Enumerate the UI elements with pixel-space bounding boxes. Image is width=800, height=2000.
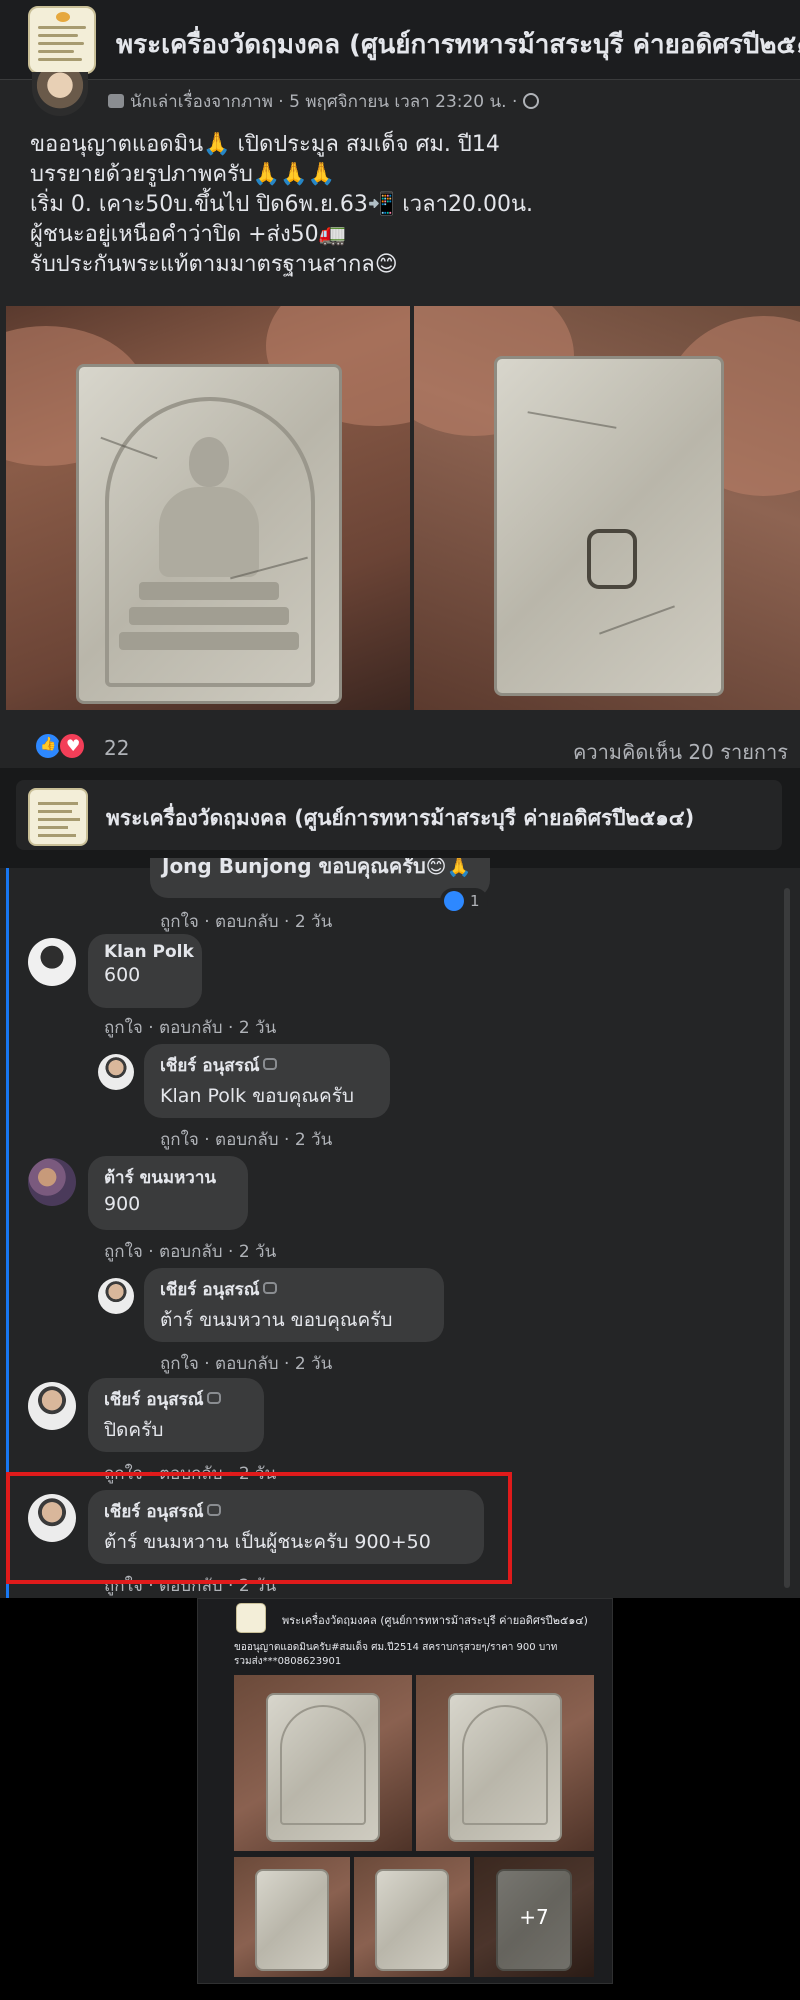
love-icon[interactable] bbox=[58, 732, 86, 760]
author-avatar[interactable] bbox=[32, 72, 88, 116]
group-name[interactable]: พระเครื่องวัดฤมงคล (ศูนย์การทหารม้าสระบุ… bbox=[116, 24, 800, 65]
author-meta: นักเล่าเรื่องจากภาพ · 5 พฤศจิกายน เวลา 2… bbox=[108, 88, 540, 115]
chat-icon bbox=[108, 94, 124, 108]
group-logo bbox=[236, 1603, 266, 1633]
avatar[interactable] bbox=[98, 1278, 134, 1314]
amulet-front bbox=[76, 364, 342, 704]
shared-post-thumbnail[interactable]: พระเครื่องวัดฤมงคล (ศูนย์การทหารม้าสระบุ… bbox=[197, 1598, 613, 1984]
winner-highlight-box bbox=[6, 1472, 512, 1584]
shared-photo[interactable] bbox=[234, 1857, 350, 1977]
comment-author[interactable]: เชียร์ อนุสรณ์ bbox=[160, 1276, 428, 1303]
comment-author[interactable]: ต้าร์ ขนมหวาน bbox=[104, 1164, 232, 1191]
avatar[interactable] bbox=[98, 1054, 134, 1090]
group-name: พระเครื่องวัดฤมงคล (ศูนย์การทหารม้าสระบุ… bbox=[282, 1614, 588, 1627]
comments-list: Jong Bunjong ขอบคุณครับ😊🙏 1 ถูกใจ · ตอบก… bbox=[0, 858, 800, 1598]
avatar[interactable] bbox=[28, 1382, 76, 1430]
avatar[interactable] bbox=[28, 1158, 76, 1206]
reaction-bar: 22 ความคิดเห็น 20 รายการ bbox=[30, 730, 790, 764]
like-icon bbox=[444, 891, 464, 911]
comment-text: ปิดครับ bbox=[104, 1419, 164, 1441]
post-text-line: ผู้ชนะอยู่เหนือคำว่าปิด +ส่ง50🚛 bbox=[30, 222, 347, 247]
comment-actions[interactable]: ถูกใจ · ตอบกลับ · 2 วัน bbox=[160, 1126, 332, 1153]
group-logo[interactable] bbox=[28, 788, 88, 846]
author-row: นักเล่าเรื่องจากภาพ · 5 พฤศจิกายน เวลา 2… bbox=[0, 72, 800, 120]
globe-icon bbox=[523, 93, 540, 109]
amulet-back bbox=[494, 356, 724, 696]
chat-icon bbox=[207, 1392, 222, 1404]
comment-actions[interactable]: ถูกใจ · ตอบกลับ · 2 วัน bbox=[160, 908, 332, 935]
comment-reaction[interactable]: 1 bbox=[440, 888, 488, 914]
post-text-line: รับประกันพระแท้ตามมาตรฐานสากล😊 bbox=[30, 252, 398, 277]
comment-count[interactable]: ความคิดเห็น 20 รายการ bbox=[573, 736, 788, 768]
chat-icon bbox=[263, 1058, 278, 1070]
post-text-line: ขออนุญาตแอดมิน🙏 เปิดประมูล สมเด็จ ศม. ปี… bbox=[30, 132, 500, 157]
post-card: พระเครื่องวัดฤมงคล (ศูนย์การทหารม้าสระบุ… bbox=[0, 0, 800, 768]
group-logo[interactable] bbox=[28, 6, 96, 74]
comment-bubble: ต้าร์ ขนมหวาน 900 bbox=[88, 1156, 248, 1230]
comment-author[interactable]: Klan Polk bbox=[104, 942, 194, 962]
comments-group-header[interactable]: พระเครื่องวัดฤมงคล (ศูนย์การทหารม้าสระบุ… bbox=[16, 780, 782, 850]
post-text-line: บรรยายด้วยรูปภาพครับ🙏🙏🙏 bbox=[30, 162, 336, 187]
comment-author[interactable]: เชียร์ อนุสรณ์ bbox=[104, 1386, 248, 1413]
reaction-count[interactable]: 22 bbox=[104, 736, 129, 760]
amulet-front-photo[interactable] bbox=[6, 306, 410, 710]
comment-author[interactable]: เชียร์ อนุสรณ์ bbox=[160, 1052, 374, 1079]
group-header[interactable]: พระเครื่องวัดฤมงคล (ศูนย์การทหารม้าสระบุ… bbox=[0, 0, 800, 80]
shared-photo-more[interactable]: +7 bbox=[474, 1857, 594, 1977]
comment-actions[interactable]: ถูกใจ · ตอบกลับ · 2 วัน bbox=[104, 1014, 276, 1041]
shared-photo[interactable] bbox=[354, 1857, 470, 1977]
post-body: ขออนุญาตแอดมิน🙏 เปิดประมูล สมเด็จ ศม. ปี… bbox=[30, 130, 790, 280]
comment-bubble: เชียร์ อนุสรณ์ ต้าร์ ขนมหวาน ขอบคุณครับ bbox=[144, 1268, 444, 1342]
comment-bubble: Klan Polk 600 bbox=[88, 934, 202, 1008]
avatar[interactable] bbox=[28, 938, 76, 986]
shared-photo[interactable] bbox=[234, 1675, 412, 1851]
comment-text: 900 bbox=[104, 1193, 141, 1215]
comments-screenshot: พระเครื่องวัดฤมงคล (ศูนย์การทหารม้าสระบุ… bbox=[0, 768, 800, 1598]
comment-bubble: เชียร์ อนุสรณ์ Klan Polk ขอบคุณครับ bbox=[144, 1044, 390, 1118]
shared-post-text: ขออนุญาตแอดมินครับ#สมเด็จ ศม.ปี2514 สครา… bbox=[234, 1642, 558, 1667]
comment-actions[interactable]: ถูกใจ · ตอบกลับ · 2 วัน bbox=[104, 1238, 276, 1265]
scrollbar[interactable] bbox=[784, 888, 790, 1588]
comment-bubble: Jong Bunjong ขอบคุณครับ😊🙏 bbox=[150, 858, 490, 898]
comment-text: ต้าร์ ขนมหวาน ขอบคุณครับ bbox=[160, 1309, 393, 1331]
shared-photo[interactable] bbox=[416, 1675, 594, 1851]
amulet-back-photo[interactable] bbox=[414, 306, 800, 710]
more-photos-count: +7 bbox=[474, 1857, 594, 1977]
group-name[interactable]: พระเครื่องวัดฤมงคล (ศูนย์การทหารม้าสระบุ… bbox=[106, 802, 694, 835]
comment-text: 600 bbox=[104, 964, 141, 986]
comment-bubble: เชียร์ อนุสรณ์ ปิดครับ bbox=[88, 1378, 264, 1452]
author-line[interactable]: นักเล่าเรื่องจากภาพ · 5 พฤศจิกายน เวลา 2… bbox=[130, 92, 517, 112]
post-text-line: เริ่ม 0. เคาะ50บ.ขึ้นไป ปิด6พ.ย.63📲 เวลา… bbox=[30, 192, 534, 217]
comment-text: Klan Polk ขอบคุณครับ bbox=[160, 1085, 354, 1107]
comment-name-fragment[interactable]: Jong Bunjong ขอบคุณครับ😊🙏 bbox=[162, 858, 471, 882]
comment-reaction-count: 1 bbox=[470, 892, 480, 910]
chat-icon bbox=[263, 1282, 278, 1294]
comment-actions[interactable]: ถูกใจ · ตอบกลับ · 2 วัน bbox=[160, 1350, 332, 1377]
